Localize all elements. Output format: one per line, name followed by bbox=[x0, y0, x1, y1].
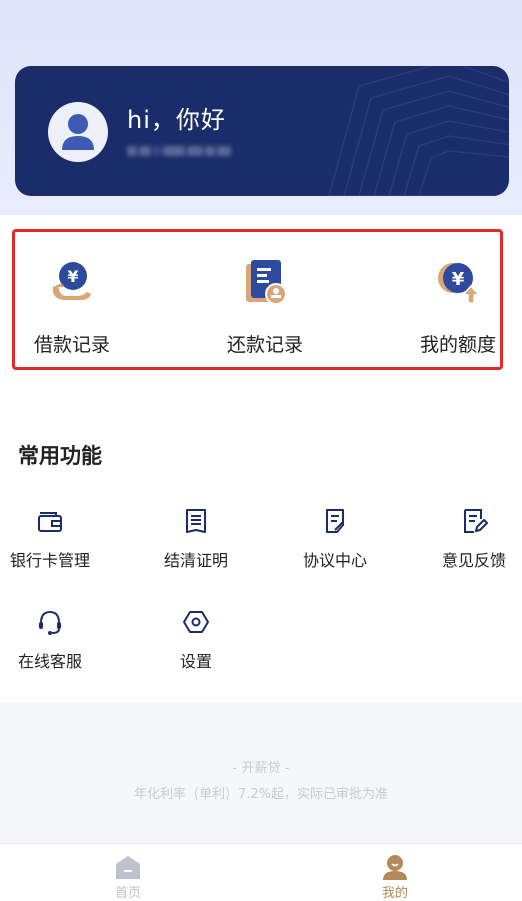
records-section: ¥ 借款记录 还款记录 ¥ 我的额度 bbox=[0, 215, 522, 400]
repayment-record-button[interactable]: 还款记录 bbox=[205, 232, 325, 367]
records-highlight-box: ¥ 借款记录 还款记录 ¥ 我的额度 bbox=[12, 229, 503, 370]
tab-home[interactable]: 首页 bbox=[78, 844, 178, 901]
masked-phone-number bbox=[127, 142, 247, 160]
online-service-label: 在线客服 bbox=[17, 652, 82, 671]
tab-home-label: 首页 bbox=[114, 886, 141, 901]
settlement-certificate-button[interactable]: 结清证明 bbox=[141, 507, 251, 577]
wallet-icon bbox=[38, 512, 62, 532]
svg-text:¥: ¥ bbox=[452, 269, 465, 290]
agreement-icon bbox=[326, 509, 344, 533]
feedback-button[interactable]: 意见反馈 bbox=[419, 507, 522, 577]
footer-rate-disclaimer: 年化利率（单利）7.2%起，实际已审批为准 bbox=[133, 787, 389, 802]
document-icon bbox=[186, 509, 206, 533]
card-decoration bbox=[328, 66, 509, 196]
svg-text:¥: ¥ bbox=[67, 267, 78, 286]
feedback-icon bbox=[464, 509, 488, 533]
settlement-certificate-label: 结清证明 bbox=[163, 551, 228, 570]
headset-icon bbox=[39, 610, 61, 635]
profile-icon bbox=[383, 855, 407, 880]
feedback-label: 意见反馈 bbox=[441, 551, 506, 570]
avatar[interactable] bbox=[48, 102, 108, 162]
settings-icon bbox=[183, 611, 209, 633]
agreement-center-button[interactable]: 协议中心 bbox=[280, 507, 390, 577]
online-service-button[interactable]: 在线客服 bbox=[0, 608, 105, 678]
repayment-record-label: 还款记录 bbox=[226, 334, 303, 356]
footer-brand: - 开薪贷 - bbox=[232, 761, 290, 776]
credit-limit-label: 我的额度 bbox=[419, 334, 496, 356]
greeting-text: hi，你好 bbox=[127, 106, 226, 134]
bank-card-management-button[interactable]: 银行卡管理 bbox=[0, 507, 105, 577]
credit-limit-icon: ¥ bbox=[438, 263, 481, 304]
home-icon bbox=[116, 856, 140, 879]
settings-button[interactable]: 设置 bbox=[141, 608, 251, 678]
user-icon bbox=[62, 114, 94, 150]
bottom-tab-bar: 首页 我的 bbox=[0, 843, 522, 901]
settings-label: 设置 bbox=[179, 652, 212, 671]
bank-card-management-label: 银行卡管理 bbox=[9, 551, 90, 570]
agreement-center-label: 协议中心 bbox=[302, 551, 367, 570]
credit-limit-button[interactable]: ¥ 我的额度 bbox=[398, 232, 518, 367]
loan-record-label: 借款记录 bbox=[33, 334, 110, 356]
tab-mine[interactable]: 我的 bbox=[345, 844, 445, 901]
common-features-section: 常用功能 银行卡管理 结清证明 协议中心 意见反馈 在线客服 设置 bbox=[0, 400, 522, 702]
loan-record-icon: ¥ bbox=[52, 262, 91, 300]
features-title: 常用功能 bbox=[18, 444, 102, 468]
repayment-record-icon bbox=[246, 260, 287, 305]
profile-card: hi，你好 bbox=[15, 66, 509, 196]
loan-record-button[interactable]: ¥ 借款记录 bbox=[12, 232, 132, 367]
tab-mine-label: 我的 bbox=[381, 886, 408, 901]
